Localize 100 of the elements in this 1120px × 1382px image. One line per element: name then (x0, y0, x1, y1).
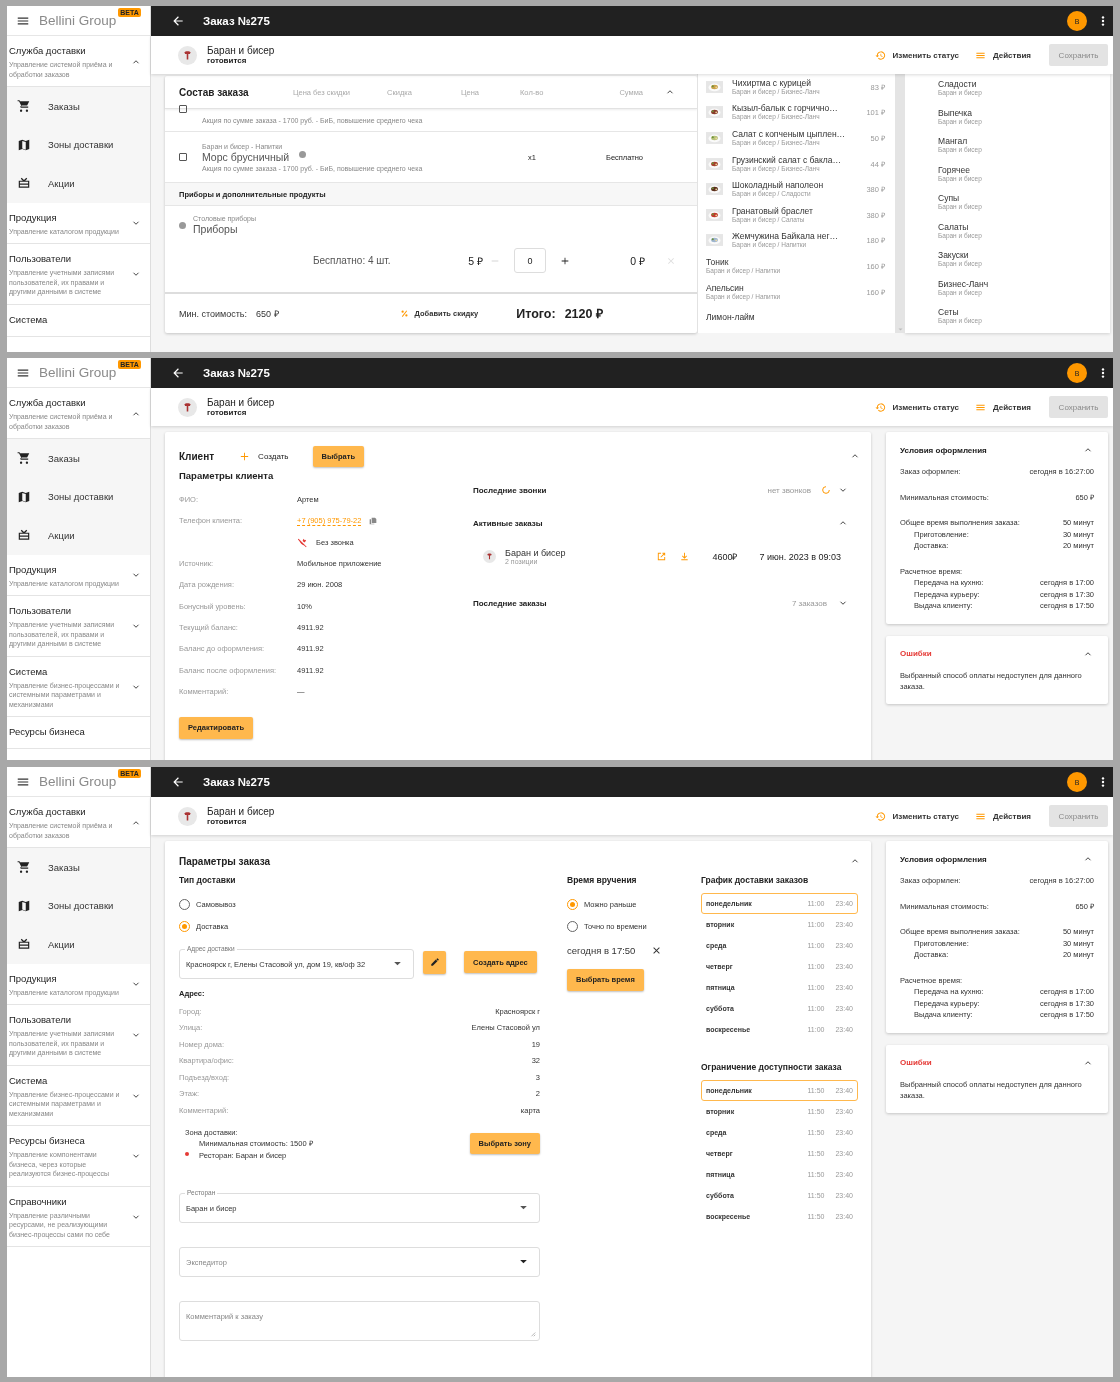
delivery-time: сегодня в 17:50 (567, 945, 636, 956)
item-name: Приборы (193, 223, 239, 236)
nav-item[interactable]: Зоны доставки (7, 477, 150, 516)
nav-section-title[interactable]: Пользователи (9, 252, 130, 265)
checkbox[interactable] (179, 153, 187, 161)
more-icon[interactable] (1101, 15, 1105, 27)
history-icon (874, 810, 886, 822)
item-name: Морс брусничный (202, 150, 290, 164)
order-status: готовится (207, 817, 248, 826)
action-button[interactable]: Действия (974, 401, 1031, 413)
cart-icon (17, 99, 31, 114)
nav-section-title[interactable]: Продукция (9, 971, 130, 985)
order-status: готовится (207, 408, 248, 417)
order-restaurant: Баран и бисер (505, 548, 567, 558)
page-title: Заказ №275 (203, 367, 271, 379)
nav-item[interactable]: Акции (7, 925, 150, 964)
history-icon (874, 49, 886, 61)
dropdown-caret-icon (520, 1206, 527, 1210)
nav-item[interactable]: Заказы (7, 87, 150, 126)
section-title: Тип доставки (179, 875, 237, 885)
min-cost-value: 650 ₽ (256, 308, 279, 320)
more-icon[interactable] (1101, 776, 1105, 788)
card-title: Параметры заказа (179, 855, 271, 867)
page-title: Заказ №275 (203, 15, 271, 27)
create-button[interactable]: Создать (239, 450, 289, 462)
restaurant-logo-icon (178, 397, 197, 417)
history-icon (874, 401, 886, 413)
restaurant-name: Баран и бисер (207, 806, 276, 817)
plus-icon (239, 450, 251, 462)
nav-section-title[interactable]: Система (9, 664, 130, 678)
free-quantity: Бесплатно: 4 шт. (313, 255, 392, 266)
action-button[interactable]: Действия (974, 810, 1031, 822)
nav-section-title[interactable]: Служба доставки (9, 44, 130, 57)
checkbox[interactable] (179, 105, 187, 113)
cart-icon (17, 860, 31, 875)
restaurant-name: Баран и бисер (207, 45, 276, 56)
edit-address-button[interactable] (423, 950, 446, 974)
download-icon[interactable] (679, 551, 691, 562)
nav-section-title[interactable]: Служба доставки (9, 396, 130, 409)
open-in-new-icon[interactable] (656, 551, 668, 562)
total-value: 2120 ₽ (564, 306, 603, 322)
item-price: 5 ₽ (467, 253, 483, 268)
nav-item[interactable]: Заказы (7, 439, 150, 478)
restaurant-logo-icon (178, 45, 197, 65)
copy-icon[interactable] (369, 516, 378, 525)
scrollbar[interactable] (895, 74, 905, 333)
brand-name: Bellini Group (39, 774, 117, 789)
percent-icon (399, 309, 409, 318)
quantity-field[interactable]: 0 (514, 248, 546, 273)
map-icon (17, 898, 31, 913)
nav-item[interactable]: Заказы (7, 848, 150, 887)
nav-item[interactable]: Акции (7, 516, 150, 555)
calls-note: нет звонков (767, 485, 811, 495)
product-item[interactable]: Лимон-лайм (698, 304, 895, 330)
more-icon[interactable] (1101, 367, 1105, 379)
section-title: Параметры клиента (179, 470, 275, 481)
action-button[interactable]: Изменить статус (874, 49, 959, 61)
restaurant-name: Баран и бисер (207, 397, 276, 408)
action-button[interactable]: Изменить статус (874, 401, 959, 413)
nav-section-title[interactable]: Пользователи (9, 1013, 130, 1026)
section-title: Время вручения (567, 875, 638, 885)
section-title: График доставки заказов (701, 875, 810, 885)
section-title: Последние заказы (473, 598, 548, 608)
card-title: Состав заказа (178, 86, 250, 98)
section-title: Последние звонки (473, 485, 548, 495)
back-arrow-icon[interactable] (171, 366, 185, 380)
nav-item[interactable]: Акции (7, 164, 150, 203)
nav-section-title[interactable]: Продукция (9, 210, 130, 224)
order-status: готовится (207, 56, 248, 65)
order-date: 7 июн. 2023 в 09:03 (759, 551, 841, 562)
action-button[interactable]: Действия (974, 49, 1031, 61)
nav-section-title[interactable]: Ресурсы бизнеса (9, 725, 142, 738)
page-title: Заказ №275 (203, 776, 271, 788)
nav-section-title[interactable]: Продукция (9, 562, 130, 576)
orders-count: 7 заказов (791, 598, 827, 608)
nav-section-title[interactable]: Система (9, 1073, 130, 1087)
cart-icon (17, 451, 31, 466)
action-button[interactable]: Изменить статус (874, 810, 959, 822)
phone-off-icon (297, 536, 308, 548)
nav-section-title[interactable]: Справочники (9, 1194, 130, 1208)
back-arrow-icon[interactable] (171, 775, 185, 789)
nav-section-title[interactable]: Ресурсы бизнеса (9, 1134, 130, 1147)
card-title: Условия оформления (900, 445, 987, 455)
back-arrow-icon[interactable] (171, 14, 185, 28)
nav-item[interactable]: Зоны доставки (7, 886, 150, 925)
nav-section-title[interactable]: Система (9, 312, 142, 326)
nav-section-title[interactable]: Пользователи (9, 604, 130, 617)
section-title: Ограничение доступности заказа (701, 1062, 843, 1072)
nav-section-title[interactable]: Служба доставки (9, 805, 130, 818)
brand-name: Bellini Group (39, 365, 117, 380)
dropdown-caret-icon (394, 962, 401, 966)
map-icon (17, 137, 31, 152)
resize-handle-icon[interactable] (530, 1331, 536, 1337)
min-cost-label: Мин. стоимость: (179, 308, 248, 319)
nav-item[interactable]: Зоны доставки (7, 125, 150, 164)
info-icon[interactable] (299, 150, 307, 158)
info-icon[interactable] (179, 221, 186, 229)
order-amount: 4600₽ (712, 551, 738, 563)
brand-name: Bellini Group (39, 13, 117, 28)
map-icon (17, 489, 31, 504)
